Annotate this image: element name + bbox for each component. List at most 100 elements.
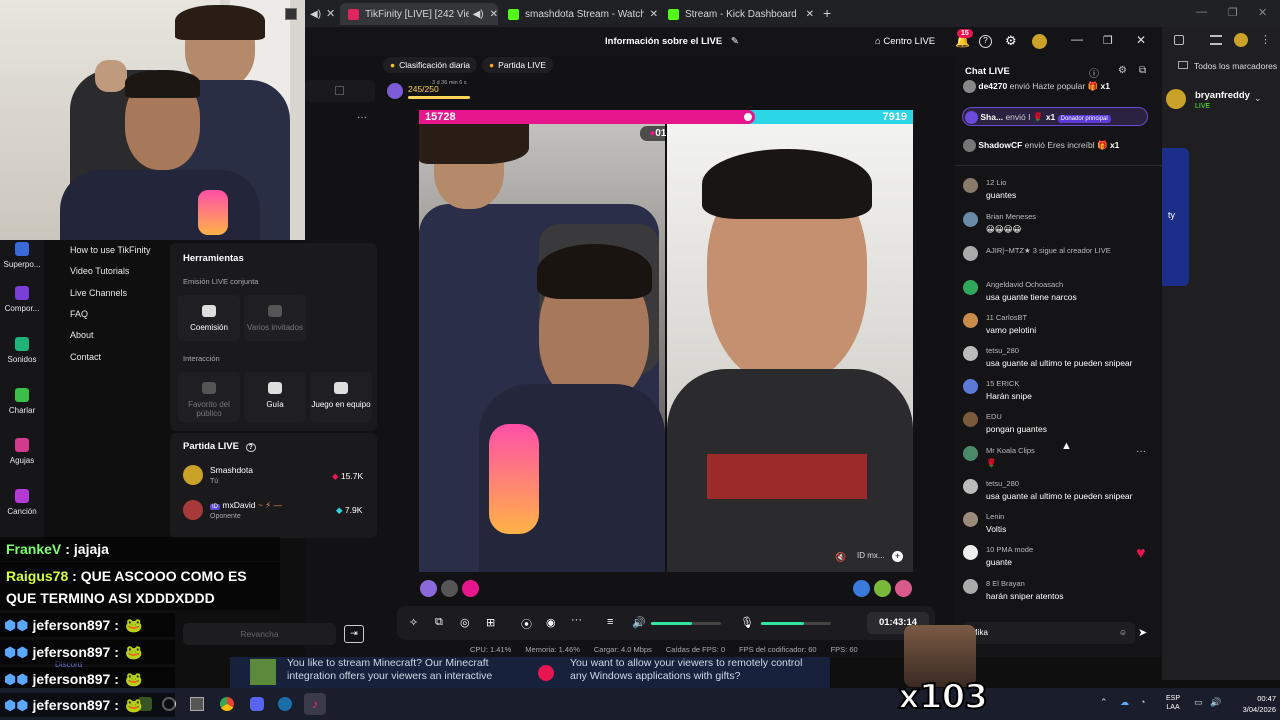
help-link-about[interactable]: About [70, 330, 94, 340]
favorito-publico-button[interactable]: Favorito del público [178, 372, 240, 422]
sliders-icon[interactable]: ≡ [607, 616, 613, 628]
kick-user-avatar[interactable] [1166, 89, 1186, 109]
help-link-how-to[interactable]: How to use TikFinity [70, 245, 151, 255]
popout-icon[interactable]: ⧉ [1139, 65, 1146, 76]
more-icon[interactable]: ··· [571, 614, 582, 626]
volume-slider[interactable] [651, 622, 721, 625]
guia-button[interactable]: Guía [244, 372, 306, 422]
chat-message[interactable]: AJIR|~MTZ★ 3 sigue al creador LIVE [963, 246, 1158, 261]
chat-avatar[interactable] [963, 346, 978, 361]
layout-icon[interactable]: ⧉ [435, 616, 443, 629]
chat-message[interactable]: 15 ERICK Harán snipe [963, 379, 1158, 401]
chrome-icon[interactable] [220, 697, 234, 711]
more-icon[interactable]: ··· [357, 112, 367, 123]
daily-ranking-pill[interactable]: ● Clasificación diaria [383, 57, 478, 73]
chat-avatar[interactable] [963, 280, 978, 295]
bookmarks-label[interactable]: Todos los marcadores [1194, 61, 1277, 71]
chat-username[interactable]: EDU [963, 412, 1158, 421]
profile-avatar[interactable] [1234, 33, 1248, 47]
partida-live-pill[interactable]: ● Partida LIVE [482, 57, 553, 73]
chat-avatar[interactable] [963, 545, 978, 560]
clock[interactable]: 00:47 3/04/2026 [1226, 693, 1276, 715]
help-link-live-channels[interactable]: Live Channels [70, 288, 127, 298]
minimize-icon[interactable]: — [1071, 32, 1083, 46]
discord-icon[interactable] [250, 697, 264, 711]
chat-username[interactable]: tetsu_280 [963, 346, 1158, 355]
chat-input[interactable]: Mika ☺ [963, 622, 1135, 644]
juego-equipo-button[interactable]: Juego en equipo [310, 372, 372, 422]
camera-icon[interactable]: ◎ [460, 616, 470, 629]
chat-message[interactable]: Angeldavid Ochoasach usa guante tiene nar… [963, 280, 1158, 302]
varios-invitados-button[interactable]: Varios invitados [244, 295, 306, 341]
close-app-icon[interactable]: ✕ [1136, 33, 1146, 47]
chat-username[interactable]: 12 Lio [963, 178, 1158, 187]
mute-icon[interactable]: 🔇 [835, 552, 846, 563]
sidebar-item-comportamiento[interactable]: Compor... [0, 286, 44, 313]
send-icon[interactable]: ➤ [1138, 626, 1147, 639]
live-info-title[interactable]: Información sobre el LIVE ✎ [605, 36, 739, 47]
help-link-faq[interactable]: FAQ [70, 309, 88, 319]
chat-message[interactable]: Lenin Voltis [963, 512, 1158, 534]
menu-icon[interactable]: ⋮ [1260, 33, 1271, 46]
maximize-icon[interactable]: ❐ [1228, 6, 1238, 19]
record-icon[interactable]: ⦿ [521, 616, 532, 632]
chat-avatar[interactable] [963, 178, 978, 193]
chat-username[interactable]: 8 El Brayan [963, 579, 1158, 588]
sidebar-item-charlar[interactable]: Charlar [0, 388, 44, 415]
emoji-icon[interactable]: ☺ [1119, 628, 1127, 637]
chat-username[interactable]: Mr Koala Clips [963, 446, 1158, 455]
extensions-icon[interactable] [1174, 35, 1184, 45]
speaker-icon[interactable]: 🔊 [632, 616, 646, 629]
sidebar-item-sonidos[interactable]: Sonidos [0, 337, 44, 364]
add-source-icon[interactable]: ⊞ [486, 616, 495, 629]
tab-tikfinity[interactable]: TikFinity [LIVE] [242 Viewer ◀) ✕ [340, 3, 498, 25]
exit-icon[interactable]: ⇥ [344, 625, 364, 643]
collapsed-widget[interactable] [305, 80, 375, 102]
wifi-icon[interactable]: ◔ [1140, 697, 1145, 707]
help-icon[interactable]: ? [979, 35, 992, 48]
kick-username[interactable]: bryanfreddy [1195, 90, 1250, 101]
tab-kick-dashboard[interactable]: Stream - Kick Dashboard ✕ [668, 3, 814, 25]
close-icon[interactable]: ✕ [490, 9, 498, 20]
sidebar-item-cancion[interactable]: Canción [0, 489, 44, 516]
chat-avatar[interactable] [963, 479, 978, 494]
chat-avatar[interactable] [963, 579, 978, 594]
chat-message[interactable]: 11 CarlosBT vamo pelotini [963, 313, 1158, 335]
info-icon[interactable]: ⓘ [1089, 65, 1099, 80]
sidebar-item-superposiciones[interactable]: Superpo... [0, 242, 44, 269]
chat-avatar[interactable] [963, 512, 978, 527]
chat-avatar[interactable] [963, 246, 978, 261]
chat-username[interactable]: Lenin [963, 512, 1158, 521]
tray-app-icon[interactable]: ☁ [1120, 697, 1129, 708]
gear-icon[interactable]: ⚙ [1005, 33, 1017, 49]
centro-live-button[interactable]: ⌂ Centro LIVE [875, 36, 935, 47]
edit-icon[interactable]: ✎ [731, 36, 739, 47]
help-icon[interactable]: ? [245, 443, 256, 452]
add-icon[interactable]: + [892, 551, 903, 562]
chat-avatar[interactable] [963, 412, 978, 427]
volume-icon[interactable]: 🔊 [1210, 697, 1221, 708]
close-window-icon[interactable]: ✕ [1258, 6, 1267, 19]
language-indicator[interactable]: ESP LAA [1166, 694, 1180, 712]
help-link-contact[interactable]: Contact [70, 352, 101, 362]
user-avatar[interactable] [1032, 34, 1047, 49]
chat-avatar[interactable] [963, 379, 978, 394]
chat-message[interactable]: tetsu_280 usa guante al ultimo te pueden … [963, 346, 1158, 368]
chat-username[interactable]: 10 PMA mode [963, 545, 1158, 554]
chat-username[interactable]: Brian Meneses [963, 212, 1158, 221]
chat-message[interactable]: Mr Koala Clips 🌹 [963, 446, 1158, 469]
chat-message[interactable]: 8 El Brayan harán sniper atentos [963, 579, 1158, 601]
chat-username[interactable]: tetsu_280 [963, 479, 1158, 488]
maximize-icon[interactable]: ❐ [1103, 34, 1113, 47]
chat-username[interactable]: 11 CarlosBT [963, 313, 1158, 322]
copy-icon[interactable] [335, 86, 344, 95]
chat-message[interactable]: EDU pongan guantes [963, 412, 1158, 434]
chat-avatar[interactable] [963, 446, 978, 461]
close-icon[interactable]: ✕ [806, 9, 814, 20]
chat-message[interactable]: 12 Lio guantes [963, 178, 1158, 200]
chat-message[interactable]: tetsu_280 usa guante al ultimo te pueden … [963, 479, 1158, 501]
chat-username[interactable]: Angeldavid Ochoasach [963, 280, 1158, 289]
microphone-icon[interactable]: 🎙 [740, 616, 754, 629]
tab-smashdota[interactable]: smashdota Stream - Watch Liv ✕ [508, 3, 658, 25]
close-icon[interactable]: ✕ [326, 7, 335, 20]
